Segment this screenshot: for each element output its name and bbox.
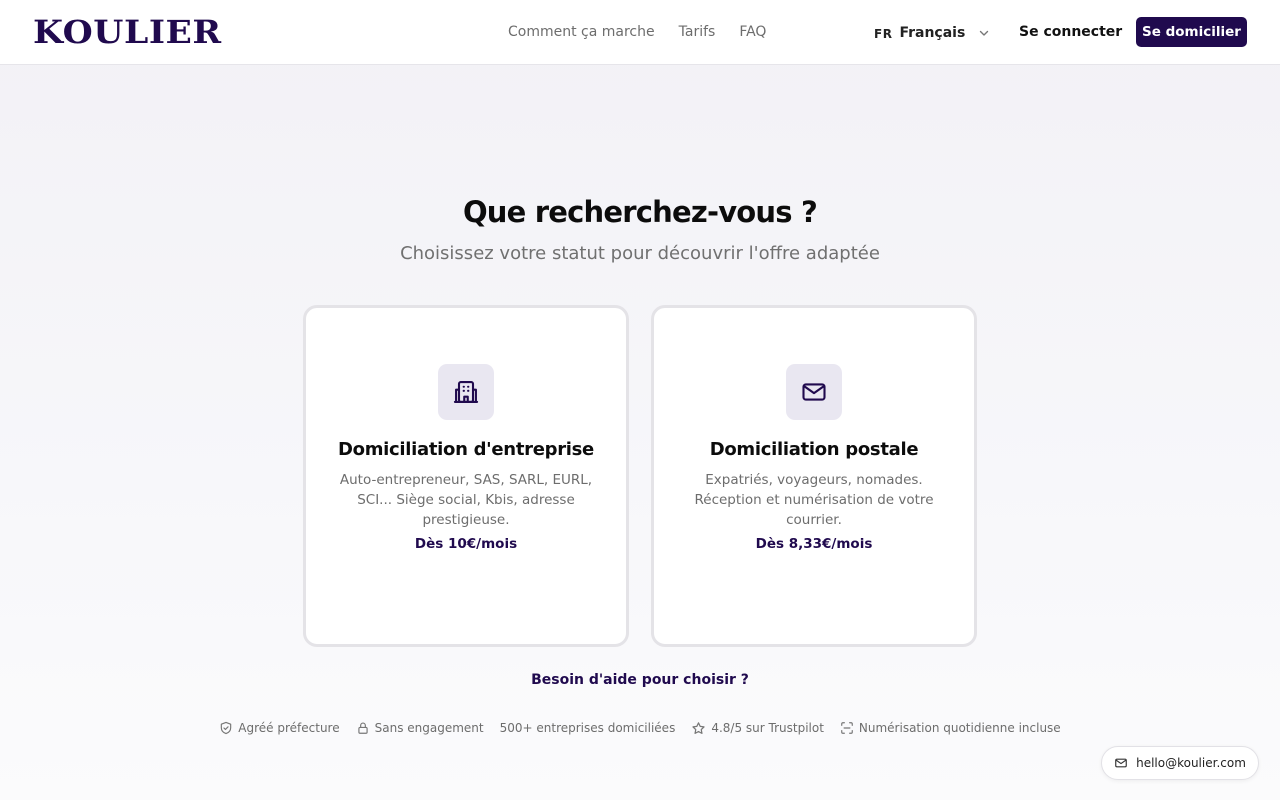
chevron-down-icon (980, 30, 989, 36)
main-nav: Comment ça marche Tarifs FAQ (508, 22, 766, 42)
card-postal-domiciliation[interactable]: Domiciliation postale Expatriés, voyageu… (651, 305, 977, 647)
building-icon (438, 364, 494, 420)
top-navbar: KOULIER Comment ça marche Tarifs FAQ FR … (0, 0, 1280, 65)
trust-badges: Agréé préfecture Sans engagement 500+ en… (0, 719, 1280, 737)
shield-check-icon (221, 721, 232, 735)
card-title: Domiciliation postale (709, 439, 919, 460)
nav-link-how-it-works[interactable]: Comment ça marche (508, 22, 655, 42)
badge-label: Numérisation quotidienne incluse (858, 721, 1061, 735)
lock-icon (357, 722, 368, 734)
badge-no-commitment: Sans engagement (356, 719, 484, 737)
card-price: Dès 8,33€/mois (755, 536, 873, 552)
domicile-cta-button[interactable]: Se domicilier (1136, 17, 1247, 47)
language-label: Français (899, 25, 966, 41)
card-description: Auto-entrepreneur, SAS, SARL, EURL, SCI.… (339, 472, 593, 528)
badge-trustpilot: 4.8/5 sur Trustpilot (691, 719, 824, 737)
card-price: Dès 10€/mois (414, 536, 518, 552)
nav-link-faq[interactable]: FAQ (739, 22, 766, 42)
mail-icon (786, 364, 842, 420)
star-icon (692, 721, 705, 734)
badge-label: 4.8/5 sur Trustpilot (711, 721, 824, 735)
language-code: FR (874, 27, 893, 41)
contact-email-pill[interactable]: hello@koulier.com (1101, 746, 1259, 780)
card-title: Domiciliation d'entreprise (338, 439, 594, 460)
language-selector[interactable]: FR Français (874, 22, 990, 44)
nav-link-pricing[interactable]: Tarifs (679, 22, 716, 42)
help-choose-link[interactable]: Besoin d'aide pour choisir ? (0, 670, 1280, 690)
badge-label: 500+ entreprises domiciliées (499, 721, 676, 735)
page-subtitle: Choisissez votre statut pour découvrir l… (400, 243, 880, 264)
page-title: Que recherchez-vous ? (462, 195, 818, 229)
contact-email: hello@koulier.com (1136, 756, 1246, 770)
badge-companies: 500+ entreprises domiciliées (500, 719, 676, 737)
login-link[interactable]: Se connecter (1019, 22, 1122, 42)
badge-prefecture: Agréé préfecture (219, 719, 340, 737)
scan-icon (841, 722, 853, 734)
card-description: Expatriés, voyageurs, nomades. Réception… (694, 472, 934, 528)
brand-logo[interactable]: KOULIER (33, 14, 222, 50)
badge-scanning: Numérisation quotidienne incluse (840, 719, 1061, 737)
card-business-domiciliation[interactable]: Domiciliation d'entreprise Auto-entrepre… (303, 305, 629, 647)
badge-label: Sans engagement (374, 721, 484, 735)
mail-icon (1115, 758, 1127, 768)
badge-label: Agréé préfecture (238, 721, 340, 735)
